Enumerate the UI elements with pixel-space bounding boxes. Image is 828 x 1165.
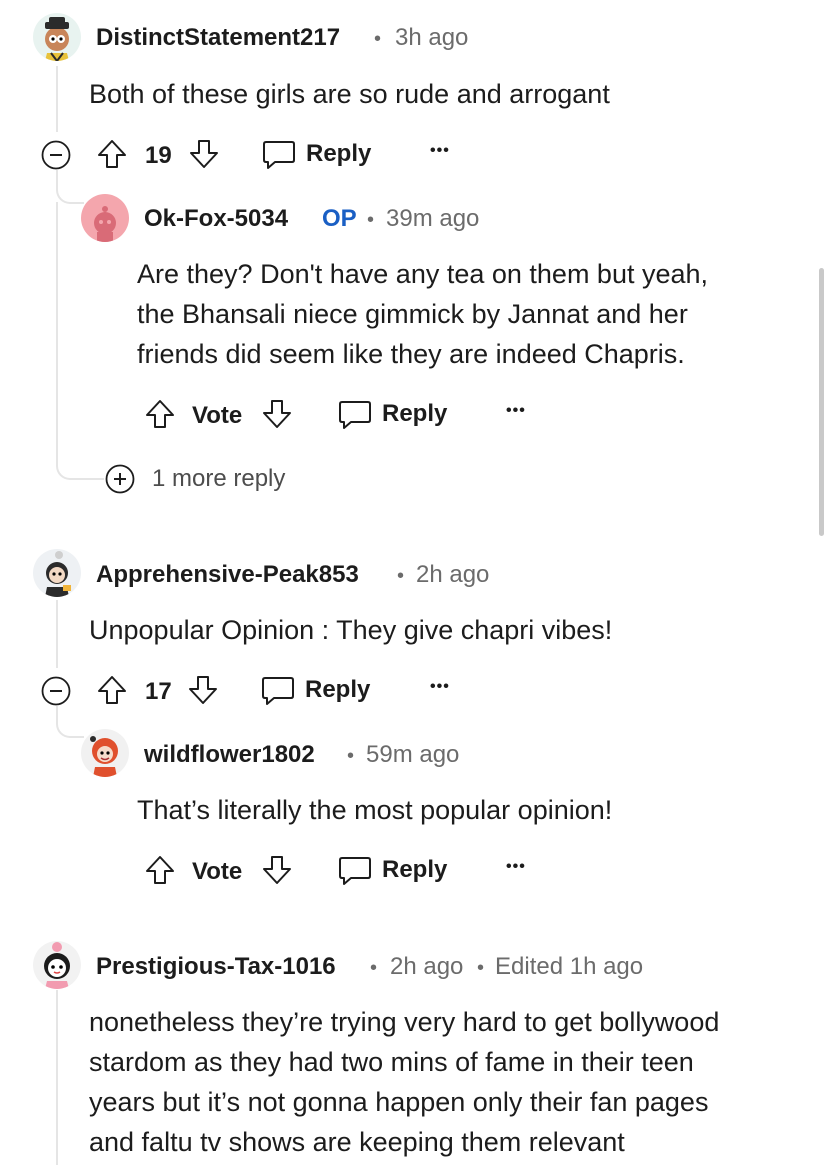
reply-body: That’s literally the most popular opinio… [137, 790, 612, 830]
collapse-thread-button[interactable] [41, 140, 71, 170]
reply-bubble-icon [262, 677, 294, 705]
reply-button[interactable]: Reply [261, 674, 370, 706]
more-options-button[interactable]: ••• [506, 858, 526, 876]
user-avatar-icon [45, 17, 69, 61]
comment-body: Both of these girls are so rude and arro… [89, 74, 610, 114]
reply-username[interactable]: Ok-Fox-5034 [144, 205, 288, 233]
vote-count: 19 [145, 142, 172, 169]
downvote-button[interactable] [187, 674, 219, 706]
downvote-arrow-icon [263, 400, 291, 428]
collapse-minus-icon [41, 140, 71, 170]
collapse-minus-icon [41, 676, 71, 706]
more-replies-label: 1 more reply [152, 465, 286, 492]
more-replies-button[interactable]: 1 more reply [105, 464, 285, 494]
scrollbar[interactable] [819, 268, 824, 536]
comment-body: Unpopular Opinion : They give chapri vib… [89, 610, 612, 650]
meta-separator: • [347, 745, 355, 767]
more-reply-connector [56, 440, 104, 480]
collapse-thread-button[interactable] [41, 676, 71, 706]
reply-timestamp: 59m ago [366, 741, 460, 768]
downvote-button[interactable] [261, 398, 293, 430]
thread-line [56, 600, 58, 668]
downvote-button[interactable] [261, 854, 293, 886]
reply-label: Reply [382, 400, 448, 427]
meta-separator: • [397, 565, 405, 587]
comment-text-line: and faltu tv shows are keeping them rele… [89, 1127, 625, 1157]
thread-line [56, 990, 58, 1165]
reply-button[interactable]: Reply [338, 398, 447, 430]
more-options-button[interactable]: ••• [430, 678, 450, 696]
vote-count: 17 [145, 678, 172, 705]
comment-timestamp: 2h ago [416, 561, 490, 588]
reply-bubble-icon [339, 857, 371, 885]
comment-text-line: years but it’s not gonna happen only the… [89, 1087, 709, 1117]
comment-username[interactable]: Apprehensive-Peak853 [96, 561, 359, 589]
upvote-arrow-icon [146, 856, 174, 884]
avatar[interactable] [81, 729, 129, 777]
meta-separator: • [374, 28, 382, 50]
upvote-arrow-icon [98, 676, 126, 704]
user-avatar-icon [45, 551, 71, 597]
reply-bubble-icon [339, 401, 371, 429]
user-avatar-icon [90, 736, 118, 777]
comment-timestamp: 3h ago [395, 24, 469, 51]
reply-timestamp: 39m ago [386, 205, 480, 232]
reply-bubble-icon [263, 141, 295, 169]
reply-connector [56, 170, 84, 204]
reply-text-line: the Bhansali niece gimmick by Jannat and… [137, 299, 688, 329]
reply-label: Reply [306, 140, 372, 167]
upvote-button[interactable] [96, 138, 128, 170]
comment-body: nonetheless they’re trying very hard to … [89, 1002, 719, 1162]
more-options-button[interactable]: ••• [506, 402, 526, 420]
reply-text-line: Are they? Don't have any tea on them but… [137, 259, 709, 289]
meta-separator: • [370, 957, 378, 979]
comment-text-line: Both of these girls are so rude and arro… [89, 79, 610, 109]
reply-text-line: friends did seem like they are indeed Ch… [137, 339, 685, 369]
comment-text-line: nonetheless they’re trying very hard to … [89, 1007, 720, 1037]
expand-plus-icon [105, 464, 135, 494]
reply-button[interactable]: Reply [338, 854, 447, 886]
meta-separator: • [477, 957, 485, 979]
comment-text-line: stardom as they had two mins of fame in … [89, 1047, 694, 1077]
reply-body: Are they? Don't have any tea on them but… [137, 254, 708, 374]
reply-connector [56, 706, 84, 738]
more-options-button[interactable]: ••• [430, 142, 450, 160]
upvote-button[interactable] [144, 398, 176, 430]
comment-text-line: Unpopular Opinion : They give chapri vib… [89, 615, 613, 645]
downvote-arrow-icon [190, 140, 218, 168]
edited-label: Edited 1h ago [495, 953, 644, 980]
user-avatar-icon [44, 942, 70, 989]
downvote-arrow-icon [189, 676, 217, 704]
upvote-arrow-icon [146, 400, 174, 428]
reply-button[interactable]: Reply [262, 138, 371, 170]
reply-username[interactable]: wildflower1802 [144, 741, 315, 769]
comment-timestamp: 2h ago [390, 953, 464, 980]
downvote-button[interactable] [188, 138, 220, 170]
avatar[interactable] [81, 194, 129, 242]
avatar[interactable] [33, 941, 81, 989]
reply-label: Reply [305, 676, 371, 703]
op-badge: OP [322, 205, 357, 232]
comment-username[interactable]: Prestigious-Tax-1016 [96, 953, 336, 981]
upvote-arrow-icon [98, 140, 126, 168]
vote-label: Vote [192, 402, 243, 429]
reply-label: Reply [382, 856, 448, 883]
vote-label: Vote [192, 858, 243, 885]
default-snoo-avatar-icon [94, 206, 116, 242]
avatar[interactable] [33, 549, 81, 597]
thread-line [56, 66, 58, 132]
meta-separator: • [367, 209, 375, 231]
upvote-button[interactable] [96, 674, 128, 706]
comment-username[interactable]: DistinctStatement217 [96, 24, 340, 52]
reply-text-line: That’s literally the most popular opinio… [137, 795, 613, 825]
downvote-arrow-icon [263, 856, 291, 884]
upvote-button[interactable] [144, 854, 176, 886]
avatar[interactable] [33, 13, 81, 61]
thread-line [56, 202, 58, 452]
